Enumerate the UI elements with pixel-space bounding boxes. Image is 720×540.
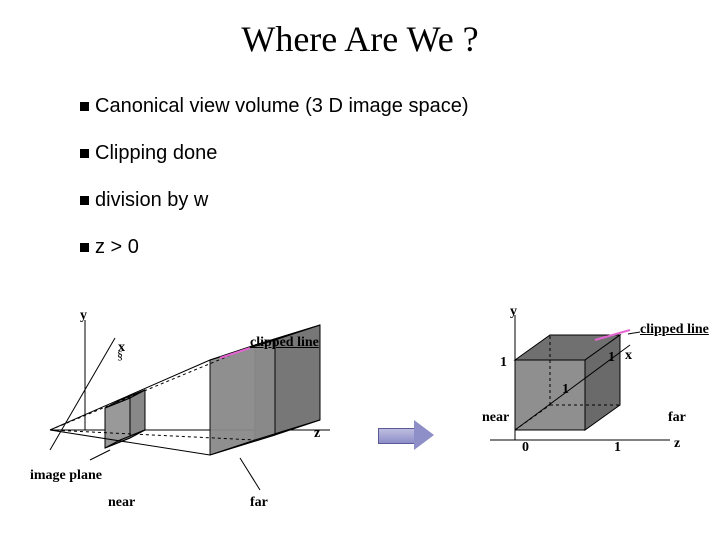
right-z-axis-label: z — [674, 436, 680, 452]
left-near-label: near — [108, 495, 135, 511]
right-one-z: 1 — [614, 440, 621, 456]
left-image-plane-label: image plane — [30, 468, 102, 484]
right-x-axis-label: x — [625, 348, 632, 364]
right-near-label: near — [482, 410, 509, 426]
left-y-axis-label: y — [80, 308, 87, 324]
bullet-1: Canonical view volume (3 D image space) — [80, 95, 640, 118]
bullet-2: Clipping done — [80, 142, 640, 165]
bullet-list: Canonical view volume (3 D image space) … — [80, 95, 640, 283]
bullet-3: division by w — [80, 189, 640, 212]
right-y-axis-label: y — [510, 304, 517, 320]
left-z-axis-label: z — [314, 426, 320, 442]
arrow-right-icon — [378, 420, 438, 450]
right-zero-z: 0 — [522, 440, 529, 456]
left-far-label: far — [250, 495, 268, 511]
bullet-3-text: division by w — [95, 189, 208, 212]
bullet-marker-icon — [80, 196, 89, 205]
bullet-marker-icon — [80, 149, 89, 158]
right-one-top: 1 — [500, 355, 507, 371]
right-one-x: 1 — [608, 350, 615, 366]
bullet-1-text: Canonical view volume (3 D image space) — [95, 95, 469, 118]
left-x-bullet-icon: § — [117, 348, 123, 363]
diagram-area: y x § z clipped line image plane near fa… — [0, 300, 720, 540]
slide-title: Where Are We ? — [0, 18, 720, 60]
right-one-diag: 1 — [562, 382, 569, 398]
bullet-4-text: z > 0 — [95, 236, 139, 259]
bullet-marker-icon — [80, 102, 89, 111]
bullet-marker-icon — [80, 243, 89, 252]
left-clipped-line-label: clipped line — [250, 335, 319, 351]
bullet-2-text: Clipping done — [95, 142, 217, 165]
right-far-label: far — [668, 410, 686, 426]
right-clipped-line-label: clipped line — [640, 322, 709, 338]
bullet-4: z > 0 — [80, 236, 640, 259]
